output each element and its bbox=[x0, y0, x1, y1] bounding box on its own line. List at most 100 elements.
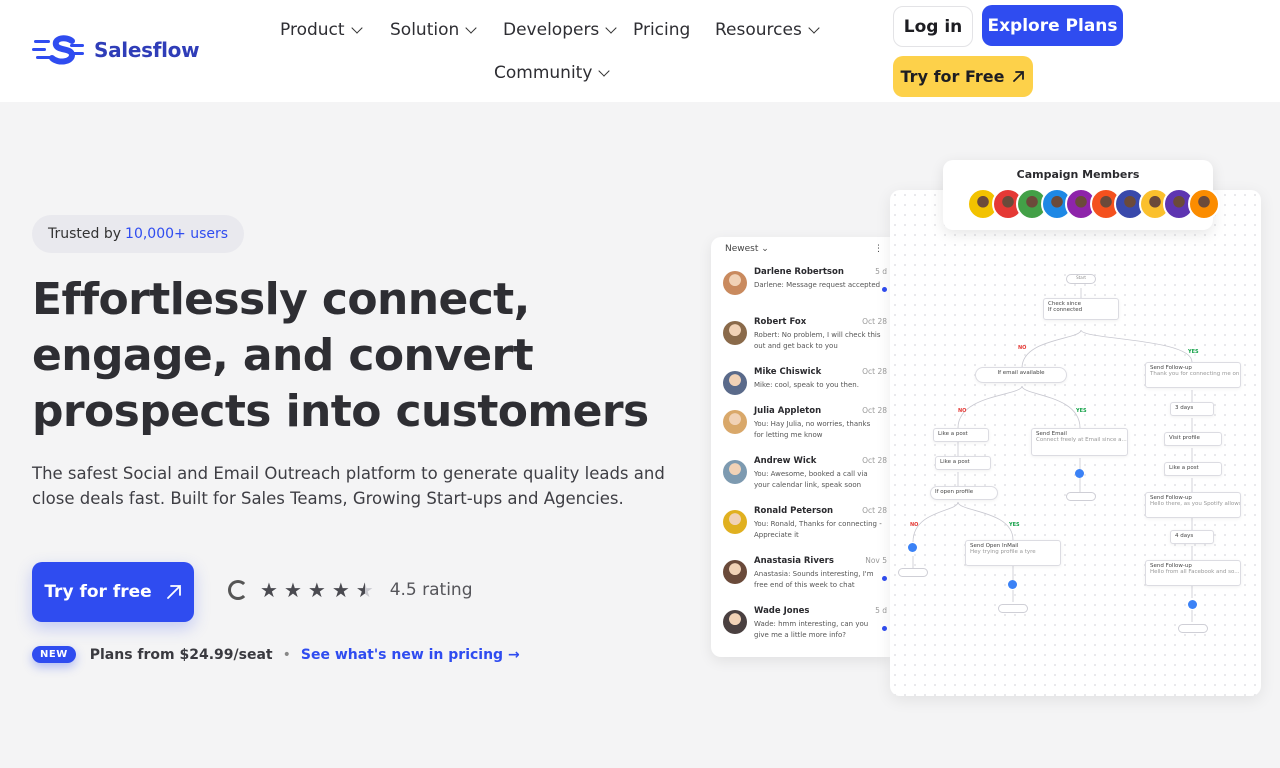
more-options-icon[interactable]: ⋮ bbox=[874, 244, 883, 254]
node-preview: Thank you for connecting me on Link... bbox=[1150, 371, 1240, 377]
flow-like-post-node: Like a post bbox=[933, 428, 989, 442]
flow-end-pill bbox=[998, 604, 1028, 613]
login-button[interactable]: Log in bbox=[893, 6, 973, 47]
flow-send-followup-node: Send Follow-up Hello there, as you Spotif… bbox=[1145, 492, 1241, 518]
rating-text: 4.5 rating bbox=[389, 580, 473, 600]
conversation-date: Oct 28 bbox=[862, 406, 887, 415]
flow-3-days-node: 3 days bbox=[1170, 402, 1214, 416]
pricing-link[interactable]: See what's new in pricing → bbox=[301, 647, 520, 663]
brand-logo[interactable]: Salesflow bbox=[32, 32, 200, 68]
sort-label: Newest bbox=[725, 244, 759, 254]
trusted-badge: Trusted by 10,000+ users bbox=[32, 215, 245, 253]
pricing-link-label: See what's new in pricing bbox=[300, 646, 504, 663]
member-avatar bbox=[1187, 188, 1220, 220]
flow-send-followup-node: Send Follow-up Thank you for connecting m… bbox=[1145, 362, 1241, 388]
avatar bbox=[723, 410, 747, 434]
conversation-item[interactable]: Robert Fox Oct 28 Robert: No problem, I wi… bbox=[723, 317, 891, 365]
no-label: NO bbox=[910, 522, 919, 528]
nav-label: Developers bbox=[503, 20, 600, 40]
flow-send-open-inmail-node: Send Open InMail Hey trying profile a tyr… bbox=[965, 540, 1061, 566]
conversation-name: Anastasia Rivers bbox=[754, 556, 834, 566]
add-step-icon bbox=[1075, 469, 1084, 478]
conversation-preview: Anastasia: Sounds interesting, I'm free … bbox=[754, 570, 874, 589]
avatar bbox=[723, 371, 747, 395]
conversation-item[interactable]: Julia Appleton Oct 28 You: Hay Julia, no w… bbox=[723, 406, 891, 454]
try-for-free-label: Try for Free bbox=[900, 67, 1005, 86]
conversation-item[interactable]: Andrew Wick Oct 28 You: Awesome, booked a … bbox=[723, 456, 891, 504]
conversation-preview: Robert: No problem, I will check this ou… bbox=[754, 331, 881, 350]
arrow-right-icon: → bbox=[507, 646, 520, 663]
avatar bbox=[723, 610, 747, 634]
yes-label: YES bbox=[1188, 349, 1199, 355]
site-header: Salesflow Product Solution Developers Pr… bbox=[0, 0, 1280, 102]
star-icon: ★ bbox=[307, 578, 326, 602]
conversation-date: 5 d bbox=[875, 267, 887, 276]
node-preview: Hello there, as you Spotify allows... bbox=[1150, 501, 1241, 507]
conversation-date: Oct 28 bbox=[862, 456, 887, 465]
no-label: NO bbox=[958, 408, 967, 414]
chevron-down-icon bbox=[598, 64, 611, 77]
conversation-name: Mike Chiswick bbox=[754, 367, 822, 377]
nav-community[interactable]: Community bbox=[494, 63, 611, 83]
node-preview: Connect freely at Email since a... bbox=[1036, 437, 1127, 443]
new-badge: NEW bbox=[32, 646, 76, 663]
conversation-name: Ronald Peterson bbox=[754, 506, 834, 516]
conversation-item[interactable]: Darlene Robertson 5 d Darlene: Message req… bbox=[723, 267, 891, 315]
conversation-name: Andrew Wick bbox=[754, 456, 817, 466]
nav-label: Product bbox=[280, 20, 345, 40]
explore-plans-button[interactable]: Explore Plans bbox=[982, 5, 1123, 46]
try-for-free-hero-button[interactable]: Try for free bbox=[32, 562, 194, 622]
flow-like-post-node: Like a post bbox=[1164, 462, 1222, 476]
no-label: NO bbox=[1018, 345, 1027, 351]
nav-label: Solution bbox=[390, 20, 460, 40]
node-title: If connected bbox=[1048, 307, 1083, 313]
nav-developers[interactable]: Developers bbox=[503, 20, 617, 40]
flow-if-open-profile-node: If open profile bbox=[930, 486, 998, 500]
conversation-name: Julia Appleton bbox=[754, 406, 822, 416]
conversation-preview: You: Awesome, booked a call via your cal… bbox=[754, 470, 868, 489]
campaign-members-title: Campaign Members bbox=[1016, 168, 1140, 181]
campaign-members-card: Campaign Members bbox=[943, 160, 1220, 230]
avatar bbox=[723, 321, 747, 345]
conversation-item[interactable]: Wade Jones 5 d Wade: hmm interesting, can … bbox=[723, 606, 891, 654]
unread-dot bbox=[882, 576, 887, 581]
nav-pricing[interactable]: Pricing bbox=[633, 20, 690, 40]
conversation-list: Newest ⌄ ⋮ Darlene Robertson 5 d Darlene: … bbox=[711, 237, 891, 657]
conversation-preview: Darlene: Message request accepted bbox=[754, 281, 881, 289]
plans-price-text: Plans from $24.99/seat bbox=[89, 646, 273, 663]
chevron-down-icon bbox=[465, 21, 477, 34]
nav-product[interactable]: Product bbox=[280, 20, 363, 40]
arrow-up-right-icon bbox=[166, 585, 181, 599]
g2-icon bbox=[228, 580, 248, 600]
conversation-name: Wade Jones bbox=[754, 606, 810, 616]
chevron-down-icon bbox=[808, 21, 820, 34]
add-step-icon bbox=[908, 543, 917, 552]
conversation-preview: You: Hay Julia, no worries, thanks for l… bbox=[754, 420, 871, 439]
nav-solution[interactable]: Solution bbox=[390, 20, 477, 40]
brand-name: Salesflow bbox=[94, 38, 200, 62]
node-preview: Hello from all Facebook and so... bbox=[1150, 569, 1240, 575]
try-for-free-header-button[interactable]: Try for Free bbox=[893, 56, 1033, 97]
rating: ★ ★ ★ ★ ★ 4.5 rating bbox=[228, 580, 473, 600]
nav-label: Resources bbox=[715, 20, 802, 40]
star-icon: ★ bbox=[331, 578, 350, 602]
separator: • bbox=[282, 646, 291, 663]
nav-resources[interactable]: Resources bbox=[715, 20, 820, 40]
conversation-item[interactable]: Anastasia Rivers Nov 5 Anastasia: Sounds i… bbox=[723, 556, 891, 604]
flow-4-days-node: 4 days bbox=[1170, 530, 1214, 544]
conversation-name: Robert Fox bbox=[754, 317, 807, 327]
flow-end-pill bbox=[1178, 624, 1208, 633]
salesflow-logo-icon bbox=[32, 32, 86, 68]
yes-label: YES bbox=[1009, 522, 1020, 528]
add-step-icon bbox=[1188, 600, 1197, 609]
conversation-preview: You: Ronald, Thanks for connecting - App… bbox=[754, 520, 882, 539]
conversation-item[interactable]: Ronald Peterson Oct 28 You: Ronald, Thanks… bbox=[723, 506, 891, 554]
conversation-date: 5 d bbox=[875, 606, 887, 615]
conversation-date: Oct 28 bbox=[862, 506, 887, 515]
star-icon: ★ bbox=[283, 578, 302, 602]
flow-if-email-node: If email available bbox=[975, 367, 1067, 383]
unread-dot bbox=[882, 287, 887, 292]
chevron-down-icon bbox=[350, 21, 363, 34]
nav-label: Pricing bbox=[633, 20, 691, 40]
sort-dropdown[interactable]: Newest ⌄ bbox=[725, 244, 769, 254]
